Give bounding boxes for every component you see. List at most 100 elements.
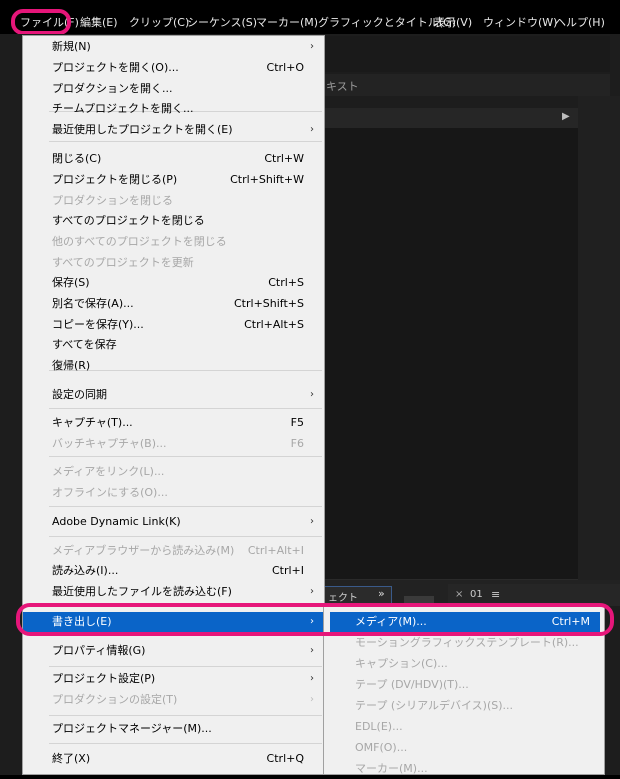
menu-item-label: 別名で保存(A)...	[52, 297, 134, 310]
export-submenu-item: マーカー(M)...	[324, 759, 604, 779]
menu-item-label: プロダクションの設定(T)	[52, 693, 178, 706]
menu-item-label: Adobe Dynamic Link(K)	[52, 515, 181, 528]
file-menu-item[interactable]: 保存(S) Ctrl+S	[23, 273, 324, 293]
menu-bar: ファイル(F) 編集(E) クリップ(C) シーケンス(S) マーカー(M) グ…	[0, 0, 620, 34]
menubar-view[interactable]: 表示(V)	[434, 16, 472, 30]
menu-item-label: プロジェクトを開く(O)...	[52, 61, 179, 74]
export-submenu-item: テープ (DV/HDV)(T)...	[324, 675, 604, 695]
submenu-arrow-icon: ›	[310, 41, 314, 52]
menu-item-label: プロダクションを開く...	[52, 82, 173, 95]
file-menu-item[interactable]: すべてを保存	[23, 335, 324, 355]
menu-separator	[49, 666, 322, 667]
file-menu-item[interactable]: プロジェクトを開く(O)... Ctrl+O	[23, 58, 324, 78]
menubar-edit[interactable]: 編集(E)	[80, 16, 118, 30]
panel-expand-arrow-icon[interactable]: ▶	[562, 111, 570, 122]
file-menu-item[interactable]: 新規(N) ›	[23, 37, 324, 57]
file-menu-item[interactable]: 閉じる(C) Ctrl+W	[23, 149, 324, 169]
panel-body	[320, 108, 580, 580]
menu-item-label: 終了(X)	[52, 752, 91, 765]
menu-item-label: テープ (シリアルデバイス)(S)...	[355, 699, 514, 712]
file-menu-item[interactable]: キャプチャ(T)... F5	[23, 413, 324, 433]
menubar-clip[interactable]: クリップ(C)	[129, 16, 189, 30]
menu-item-shortcut: Ctrl+W	[264, 152, 304, 165]
file-menu-item[interactable]: Adobe Dynamic Link(K) ›	[23, 512, 324, 532]
menu-item-label: メディアをリンク(L)...	[52, 465, 165, 478]
menu-item-label: すべてのプロジェクトを閉じる	[52, 214, 205, 227]
menu-item-label: すべてを保存	[52, 338, 117, 351]
export-highlight	[16, 603, 614, 636]
menu-item-shortcut: Ctrl+I	[271, 564, 304, 577]
file-menu-item: 他のすべてのプロジェクトを閉じる	[23, 232, 324, 252]
panel-tab-bar	[320, 74, 610, 96]
top-panel	[320, 36, 610, 72]
file-menu-item: すべてのプロジェクトを更新	[23, 253, 324, 273]
menu-item-label: 保存(S)	[52, 276, 90, 289]
menu-item-label: キャプション(C)...	[355, 657, 448, 670]
file-menu-item[interactable]: 終了(X) Ctrl+Q	[23, 749, 324, 769]
file-menu: 新規(N) › プロジェクトを開く(O)... Ctrl+O プロダクションを開く...…	[22, 35, 325, 775]
menu-separator	[49, 743, 322, 744]
panel-menu-icon[interactable]: ≡	[491, 588, 500, 601]
menu-item-shortcut: Ctrl+Alt+I	[247, 544, 304, 557]
menu-item-label: テープ (DV/HDV)(T)...	[355, 678, 469, 691]
file-menu-item: バッチキャプチャ(B)... F6	[23, 434, 324, 454]
menu-item-label: プロジェクトを閉じる(P)	[52, 173, 178, 186]
file-menu-highlight	[11, 9, 71, 35]
menu-item-label: 読み込み(I)...	[52, 564, 119, 577]
menu-item-label: モーショングラフィックステンプレート(R)...	[355, 636, 579, 649]
menu-item-label: オフラインにする(O)...	[52, 486, 168, 499]
menu-item-shortcut: Ctrl+S	[268, 276, 304, 289]
menu-item-label: プロジェクト設定(P)	[52, 672, 156, 685]
file-menu-item[interactable]: 復帰(R)	[23, 356, 324, 376]
file-menu-item[interactable]: プロジェクトを閉じる(P) Ctrl+Shift+W	[23, 170, 324, 190]
menu-item-label: チームプロジェクトを開く...	[52, 102, 194, 115]
file-menu-item[interactable]: すべてのプロジェクトを閉じる	[23, 211, 324, 231]
menu-item-label: プロパティ情報(G)	[52, 644, 146, 657]
menu-item-label: 最近使用したファイルを読み込む(F)	[52, 585, 232, 598]
file-menu-item[interactable]: 設定の同期 ›	[23, 385, 324, 405]
submenu-arrow-icon: ›	[310, 124, 314, 135]
menu-item-label: キャプチャ(T)...	[52, 416, 133, 429]
submenu-arrow-icon: ›	[310, 645, 314, 656]
menu-item-label: EDL(E)...	[355, 720, 403, 733]
menu-separator	[49, 506, 322, 507]
menu-item-label: OMF(O)...	[355, 741, 408, 754]
menu-item-label: 復帰(R)	[52, 359, 91, 372]
menu-item-shortcut: F5	[290, 416, 304, 429]
file-menu-item[interactable]: プロパティ情報(G) ›	[23, 641, 324, 661]
menu-item-label: バッチキャプチャ(B)...	[52, 437, 167, 450]
file-menu-item[interactable]: プロジェクトマネージャー(M)...	[23, 719, 324, 739]
file-menu-item[interactable]: チームプロジェクトを開く...	[23, 99, 324, 119]
export-submenu-item: モーショングラフィックステンプレート(R)...	[324, 633, 604, 653]
file-menu-item[interactable]: 最近使用したファイルを読み込む(F) ›	[23, 582, 324, 602]
file-menu-item: メディアをリンク(L)...	[23, 462, 324, 482]
right-panel	[578, 96, 620, 586]
menu-item-label: 他のすべてのプロジェクトを閉じる	[52, 235, 227, 248]
menu-item-label: プロジェクトマネージャー(M)...	[52, 722, 212, 735]
menu-item-shortcut: Ctrl+Q	[266, 752, 304, 765]
submenu-arrow-icon: ›	[310, 586, 314, 597]
file-menu-item[interactable]: プロジェクト設定(P) ›	[23, 669, 324, 689]
file-menu-item[interactable]: コピーを保存(Y)... Ctrl+Alt+S	[23, 315, 324, 335]
menu-item-shortcut: Ctrl+Shift+S	[234, 297, 304, 310]
menu-item-shortcut: Ctrl+Shift+W	[230, 173, 304, 186]
menubar-marker[interactable]: マーカー(M)	[256, 16, 318, 30]
close-icon[interactable]: ×	[455, 589, 463, 600]
menu-separator	[49, 536, 322, 537]
file-menu-item: オフラインにする(O)...	[23, 483, 324, 503]
menubar-window[interactable]: ウィンドウ(W)	[483, 16, 557, 30]
menu-item-shortcut: Ctrl+Alt+S	[244, 318, 304, 331]
menu-separator	[49, 456, 322, 457]
more-tabs-chevron-icon[interactable]: »	[378, 587, 385, 600]
export-submenu-item: テープ (シリアルデバイス)(S)...	[324, 696, 604, 716]
file-menu-item[interactable]: 最近使用したプロジェクトを開く(E) ›	[23, 120, 324, 140]
file-menu-item[interactable]: 読み込み(I)... Ctrl+I	[23, 561, 324, 581]
menubar-help[interactable]: ヘルプ(H)	[555, 16, 605, 30]
panel-tab-text-label[interactable]: キスト	[326, 78, 359, 94]
menubar-sequence[interactable]: シーケンス(S)	[187, 16, 257, 30]
menu-item-label: 新規(N)	[52, 40, 91, 53]
file-menu-item[interactable]: 別名で保存(A)... Ctrl+Shift+S	[23, 294, 324, 314]
submenu-arrow-icon: ›	[310, 694, 314, 705]
file-menu-item[interactable]: プロダクションを開く...	[23, 79, 324, 99]
menu-item-label: マーカー(M)...	[355, 762, 428, 775]
